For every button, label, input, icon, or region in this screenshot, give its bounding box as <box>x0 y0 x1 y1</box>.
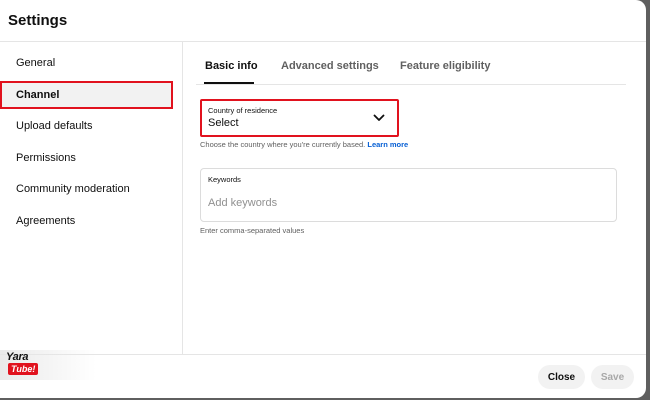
dialog-title: Settings <box>8 12 68 29</box>
keywords-help-text: Enter comma-separated values <box>200 226 305 235</box>
keywords-field[interactable]: Keywords <box>200 168 617 222</box>
watermark-line-2: Tube! <box>8 363 39 375</box>
tab-basic-info[interactable]: Basic info <box>205 60 258 72</box>
country-value: Select <box>208 117 239 129</box>
chevron-down-icon <box>373 114 385 121</box>
learn-more-link[interactable]: Learn more <box>367 140 408 149</box>
tab-bar: Basic info Advanced settings Feature eli… <box>183 42 646 84</box>
keywords-label: Keywords <box>208 175 241 184</box>
country-label: Country of residence <box>208 106 278 115</box>
tab-advanced-settings[interactable]: Advanced settings <box>281 60 379 72</box>
tabs-divider <box>196 84 626 85</box>
tab-feature-eligibility[interactable]: Feature eligibility <box>400 60 490 72</box>
keywords-input[interactable] <box>208 195 608 211</box>
sidebar-item-permissions[interactable]: Permissions <box>0 144 182 172</box>
sidebar-item-agreements[interactable]: Agreements <box>0 207 182 235</box>
save-button[interactable]: Save <box>591 365 634 389</box>
sidebar-divider <box>182 42 183 354</box>
watermark-line-1: Yara <box>6 351 29 363</box>
sidebar-item-community-moderation[interactable]: Community moderation <box>0 175 182 203</box>
watermark-logo: Yara Tube! <box>0 350 96 380</box>
settings-dialog: Settings General Channel Upload defaults… <box>0 0 646 398</box>
country-help-text: Choose the country where you're currentl… <box>200 140 408 149</box>
sidebar-item-upload-defaults[interactable]: Upload defaults <box>0 112 182 140</box>
sidebar-item-channel[interactable]: Channel <box>0 81 173 109</box>
country-of-residence-select[interactable]: Country of residence Select <box>200 99 399 137</box>
close-button[interactable]: Close <box>538 365 585 389</box>
footer-divider <box>0 354 646 355</box>
sidebar-item-general[interactable]: General <box>0 49 182 77</box>
country-help: Choose the country where you're currentl… <box>200 140 366 149</box>
